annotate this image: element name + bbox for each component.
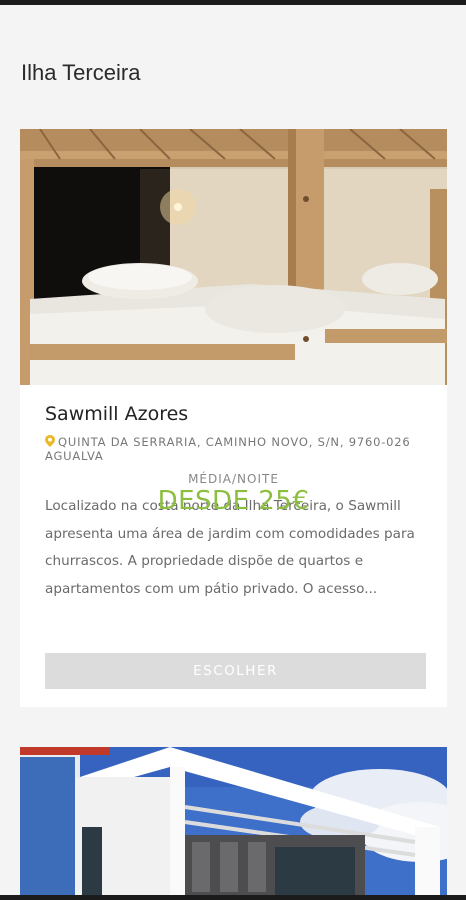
address-text: QUINTA DA SERRARIA, CAMINHO NOVO, S/N, 9…: [45, 435, 411, 463]
listing-address: QUINTA DA SERRARIA, CAMINHO NOVO, S/N, 9…: [45, 435, 415, 463]
choose-button[interactable]: ESCOLHER: [45, 653, 426, 689]
price-value: DESDE 25€: [157, 486, 310, 516]
map-pin-icon: [45, 435, 55, 447]
listing-photo: [20, 129, 447, 385]
listing-photo: [20, 747, 447, 897]
listing-card[interactable]: Sawmill Azores QUINTA DA SERRARIA, CAMIN…: [20, 129, 447, 707]
listing-title[interactable]: Sawmill Azores: [45, 403, 188, 425]
status-bar: [0, 0, 466, 5]
page-title: Ilha Terceira: [21, 60, 141, 85]
listing-card[interactable]: [20, 747, 447, 897]
price-caption: MÉDIA/NOITE: [188, 472, 279, 486]
navigation-bar: [0, 895, 466, 900]
